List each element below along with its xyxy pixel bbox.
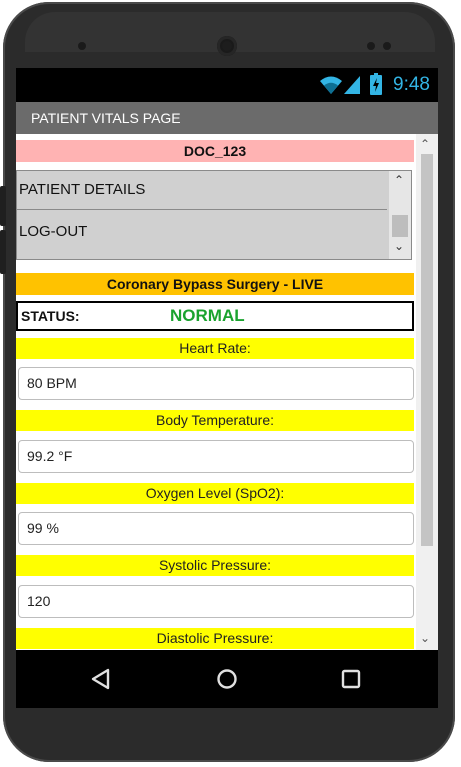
list-divider xyxy=(17,209,387,210)
home-circle-icon[interactable] xyxy=(212,664,242,694)
page-scroll-thumb[interactable] xyxy=(421,154,433,546)
page-title: PATIENT VITALS PAGE xyxy=(31,110,181,126)
status-panel: STATUS: NORMAL xyxy=(16,301,414,331)
chevron-down-icon[interactable]: ⌄ xyxy=(420,631,430,645)
oxygen-level-field[interactable] xyxy=(18,512,414,545)
heart-rate-input[interactable] xyxy=(27,374,397,392)
menu-item-log-out[interactable]: LOG-OUT xyxy=(19,213,387,251)
status-label: STATUS: xyxy=(21,308,80,324)
vitals-content[interactable]: DOC_123 PATIENT DETAILS LOG-OUT ⌃ ⌄ Coro… xyxy=(16,134,438,650)
diastolic-pressure-label: Diastolic Pressure: xyxy=(16,628,414,649)
sensor-dot xyxy=(383,42,391,50)
heart-rate-label: Heart Rate: xyxy=(16,338,414,359)
menu-list[interactable]: PATIENT DETAILS LOG-OUT ⌃ ⌄ xyxy=(16,170,412,260)
status-value: NORMAL xyxy=(170,306,245,325)
surgery-title: Coronary Bypass Surgery - LIVE xyxy=(16,273,414,295)
volume-up-button xyxy=(0,186,6,226)
battery-charging-icon xyxy=(370,73,382,95)
oxygen-level-input[interactable] xyxy=(27,519,397,537)
status-bar: 9:48 xyxy=(16,68,438,102)
systolic-pressure-field[interactable] xyxy=(18,585,414,618)
back-triangle-icon[interactable] xyxy=(86,664,116,694)
app-title-bar: PATIENT VITALS PAGE xyxy=(16,102,438,134)
navigation-bar xyxy=(16,650,438,708)
body-temperature-label: Body Temperature: xyxy=(16,410,414,431)
heart-rate-field[interactable] xyxy=(18,367,414,400)
phone-screen: 9:48 PATIENT VITALS PAGE DOC_123 PATIENT… xyxy=(16,68,438,650)
chevron-down-icon[interactable]: ⌄ xyxy=(394,239,404,253)
cell-signal-icon xyxy=(344,76,360,94)
earpiece-speaker xyxy=(217,36,237,56)
body-temperature-input[interactable] xyxy=(27,447,397,465)
menu-scroll-thumb[interactable] xyxy=(392,215,408,237)
menu-list-scrollbar[interactable]: ⌃ ⌄ xyxy=(389,171,411,259)
sensor-dot xyxy=(367,42,375,50)
menu-item-patient-details[interactable]: PATIENT DETAILS xyxy=(19,171,387,209)
systolic-pressure-label: Systolic Pressure: xyxy=(16,555,414,576)
body-temperature-field[interactable] xyxy=(18,440,414,473)
oxygen-level-label: Oxygen Level (SpO2): xyxy=(16,483,414,504)
systolic-pressure-input[interactable] xyxy=(27,592,397,610)
wifi-icon xyxy=(320,76,342,94)
chevron-up-icon[interactable]: ⌃ xyxy=(394,173,404,187)
recents-square-icon[interactable] xyxy=(336,664,366,694)
chevron-up-icon[interactable]: ⌃ xyxy=(420,137,430,151)
volume-down-button xyxy=(0,230,6,274)
front-camera xyxy=(78,42,86,50)
doctor-id-label: DOC_123 xyxy=(16,140,414,162)
page-scrollbar[interactable]: ⌃ ⌄ xyxy=(416,134,438,650)
clock-time: 9:48 xyxy=(393,74,430,95)
